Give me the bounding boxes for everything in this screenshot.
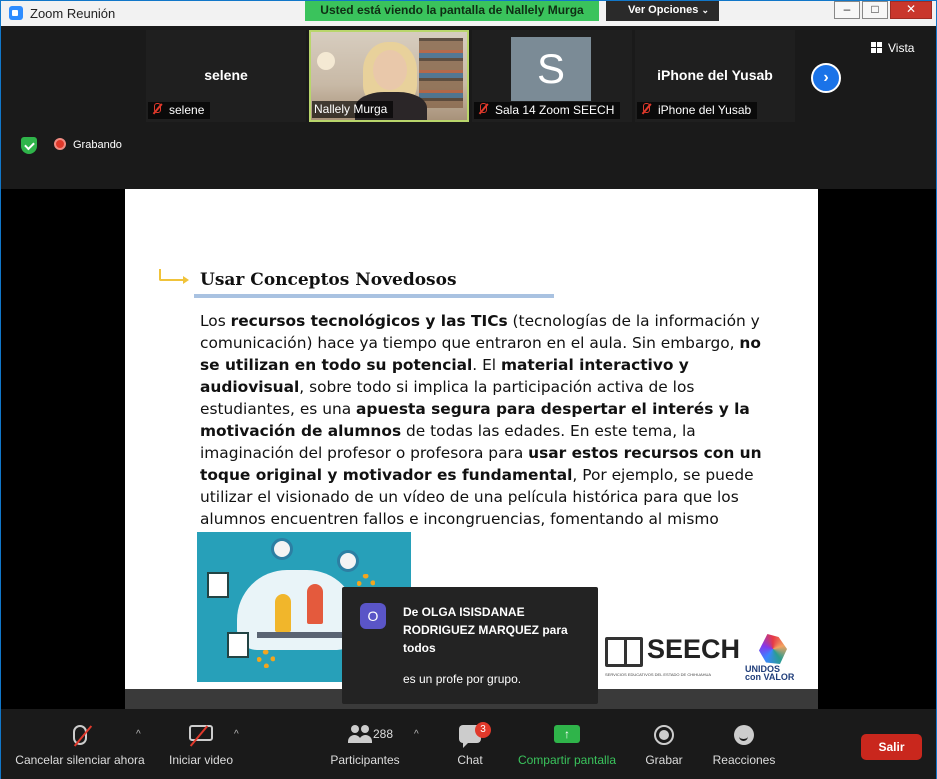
- avatar: S: [511, 37, 591, 101]
- security-shield-icon[interactable]: [21, 137, 37, 154]
- unidos-con-valor-logo: UNIDOS con VALOR: [745, 634, 805, 684]
- paragraph-segment: . El: [472, 356, 501, 374]
- chat-notification[interactable]: O De OLGA ISISDANAE RODRIGUEZ MARQUEZ pa…: [342, 587, 598, 704]
- paragraph-segment: Los: [200, 312, 231, 330]
- zoom-app-icon: [9, 6, 23, 20]
- chat-button[interactable]: 3 Chat: [445, 709, 495, 779]
- smiley-icon: [734, 725, 754, 745]
- participant-name-label: Sala 14 Zoom SEECH: [474, 102, 621, 119]
- chat-message: es un profe por grupo.: [403, 672, 522, 686]
- share-screen-icon: ↑: [554, 725, 580, 743]
- close-window-button[interactable]: ✕: [890, 1, 932, 19]
- start-video-button[interactable]: Iniciar video: [161, 709, 241, 779]
- zoom-window: Zoom Reunión Usted está viendo la pantal…: [0, 0, 937, 779]
- participant-tile-selene[interactable]: selene selene: [146, 30, 306, 122]
- participants-options-caret[interactable]: ^: [414, 729, 419, 740]
- mic-muted-icon: [476, 102, 490, 116]
- chat-sender: De OLGA ISISDANAE RODRIGUEZ MARQUEZ para…: [403, 605, 568, 655]
- share-screen-button[interactable]: ↑ Compartir pantalla: [513, 709, 621, 779]
- next-page-button[interactable]: ›: [811, 63, 841, 93]
- participant-tile-iphone[interactable]: iPhone del Yusab iPhone del Yusab: [635, 30, 795, 122]
- view-mode-button[interactable]: Vista: [871, 39, 914, 57]
- mic-muted-icon: [150, 102, 164, 116]
- heading-underline: [194, 294, 554, 298]
- record-icon: [654, 725, 674, 745]
- participant-tile-nallely[interactable]: Nallely Murga: [309, 30, 469, 122]
- chevron-right-icon: ›: [823, 69, 829, 86]
- participant-name-label: Nallely Murga: [312, 101, 394, 118]
- arrow-icon: [159, 269, 189, 284]
- participant-strip: selene selene Nallely Murga S Sala 14 Zo…: [1, 26, 936, 189]
- reactions-button[interactable]: Reacciones: [709, 709, 779, 779]
- audio-options-caret[interactable]: ^: [136, 729, 141, 740]
- mute-button[interactable]: Cancelar silenciar ahora: [15, 709, 145, 779]
- participant-name-label: selene: [148, 102, 211, 119]
- chevron-down-icon: ⌄: [701, 5, 709, 15]
- view-options-label: Ver Opciones: [628, 4, 699, 16]
- meeting-toolbar: Cancelar silenciar ahora ^ Iniciar video…: [1, 709, 936, 779]
- participants-button[interactable]: 288 Participantes: [321, 709, 409, 779]
- paragraph-segment: recursos tecnológicos y las TICs: [230, 312, 508, 330]
- avatar: O: [360, 603, 386, 629]
- video-options-caret[interactable]: ^: [234, 729, 239, 740]
- participant-display-name: selene: [204, 67, 248, 83]
- recording-indicator[interactable]: Grabando: [54, 138, 122, 152]
- slide-heading: Usar Conceptos Novedosos: [200, 270, 457, 290]
- minimize-button[interactable]: –: [834, 1, 860, 19]
- screen-share-banner: Usted está viendo la pantalla de Nallely…: [305, 1, 599, 21]
- recording-icon: [54, 138, 66, 150]
- title-bar: Zoom Reunión Usted está viendo la pantal…: [1, 1, 936, 26]
- grid-icon: [871, 42, 883, 53]
- recording-label: Grabando: [73, 139, 122, 151]
- camera-off-icon: [189, 725, 213, 741]
- participant-tile-sala14[interactable]: S Sala 14 Zoom SEECH: [472, 30, 632, 122]
- microphone-muted-icon: [73, 725, 87, 745]
- book-icon: [605, 637, 643, 667]
- participant-display-name: iPhone del Yusab: [657, 67, 773, 83]
- participant-name-label: iPhone del Yusab: [637, 102, 758, 119]
- view-mode-label: Vista: [888, 41, 915, 55]
- maximize-button[interactable]: □: [862, 1, 888, 19]
- mic-muted-icon: [639, 102, 653, 116]
- participants-count: 288: [373, 727, 394, 741]
- leave-button[interactable]: Salir: [861, 734, 922, 760]
- participants-icon: [348, 725, 374, 743]
- slide-paragraph: Los recursos tecnológicos y las TICs (te…: [200, 310, 770, 552]
- record-button[interactable]: Grabar: [639, 709, 689, 779]
- chat-unread-badge: 3: [475, 722, 491, 738]
- view-options-button[interactable]: Ver Opciones ⌄: [606, 1, 719, 21]
- window-title: Zoom Reunión: [30, 6, 116, 21]
